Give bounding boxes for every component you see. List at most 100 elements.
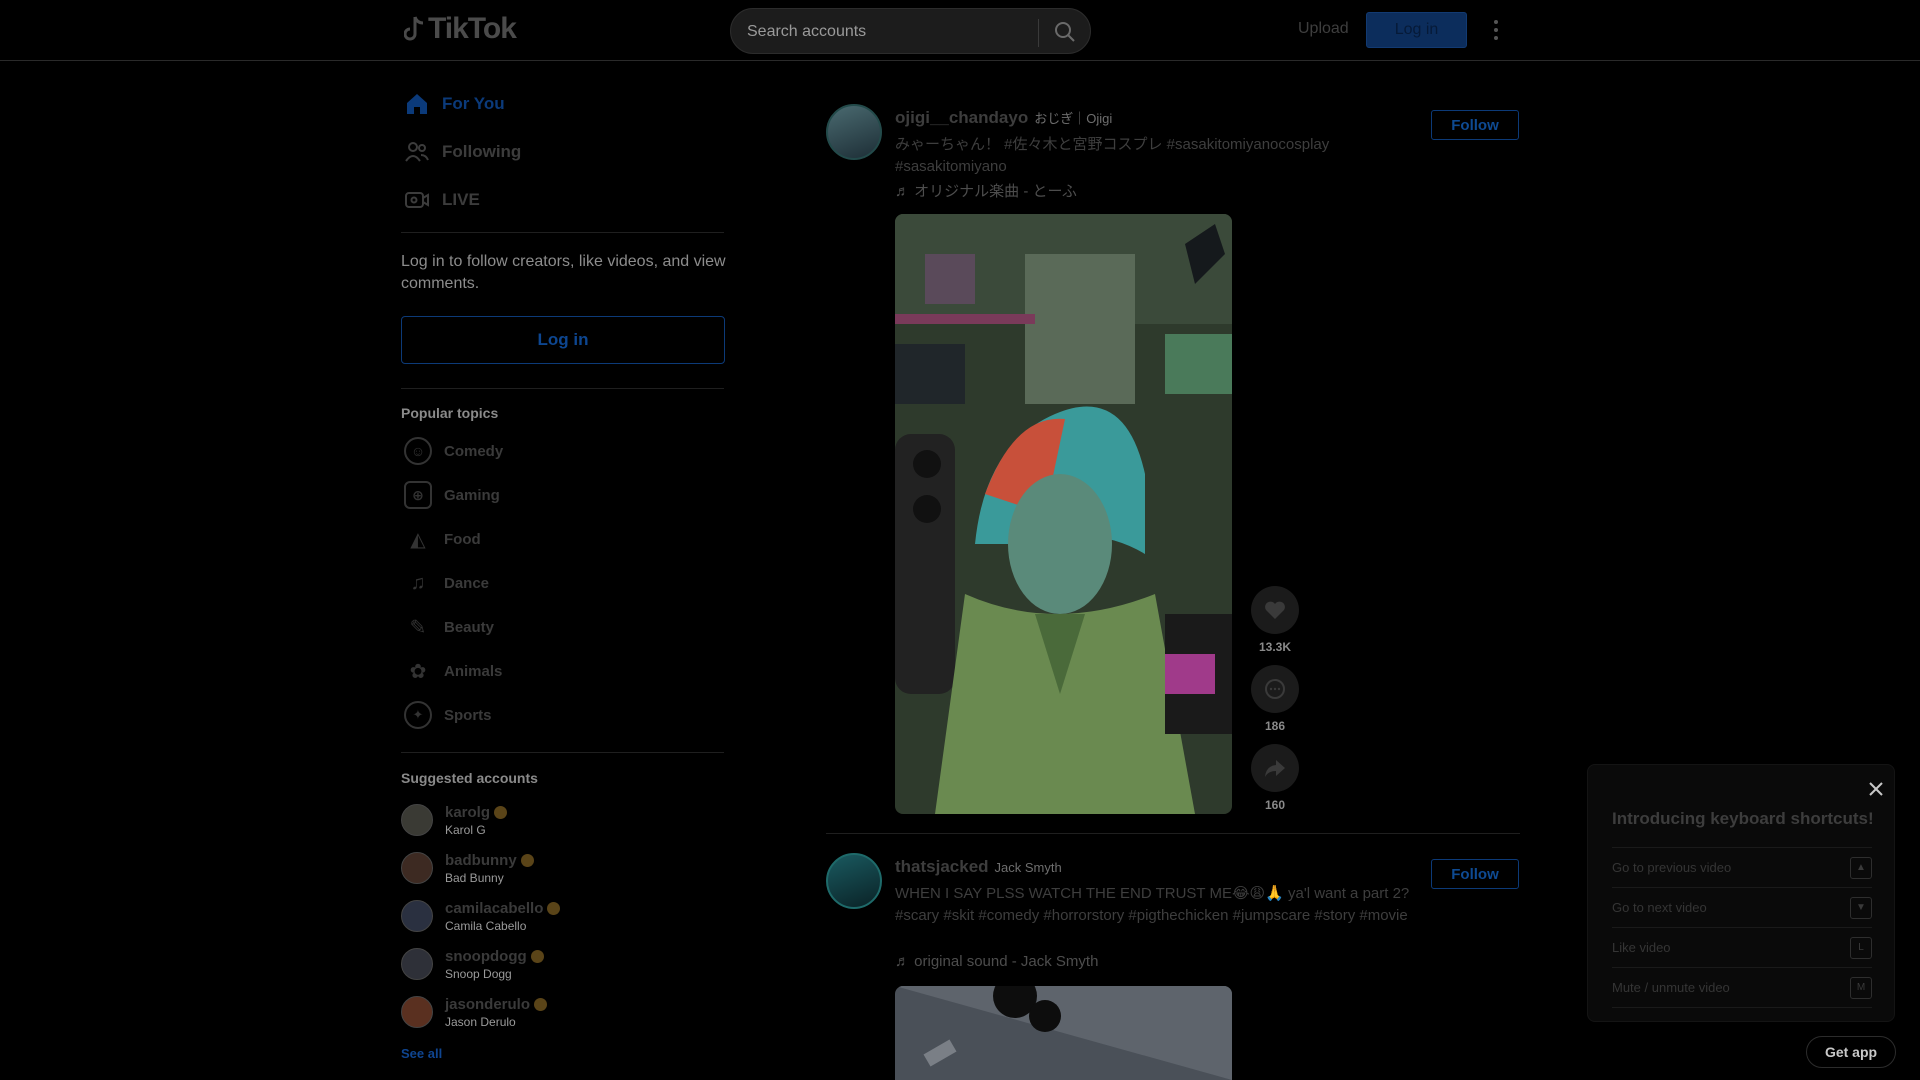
like-button[interactable] bbox=[1251, 586, 1299, 634]
nav-label: Following bbox=[442, 142, 522, 161]
avatar bbox=[401, 948, 433, 980]
post-music[interactable]: ♬ オリジナル楽曲 - とーふ bbox=[895, 180, 1077, 201]
nav-label: LIVE bbox=[442, 190, 480, 209]
sidebar-login-button[interactable]: Log in bbox=[401, 316, 725, 364]
video-player[interactable] bbox=[895, 214, 1232, 814]
comedy-icon: ☺ bbox=[404, 437, 432, 465]
account-name: Karol G bbox=[445, 822, 486, 837]
shortcut-label: Go to next video bbox=[1612, 900, 1707, 915]
topic-dance[interactable]: ♫ Dance bbox=[404, 568, 490, 598]
shortcut-label: Mute / unmute video bbox=[1612, 980, 1730, 995]
top-bar: TikTok Upload Log in bbox=[0, 0, 1920, 61]
avatar[interactable] bbox=[826, 853, 882, 909]
sidebar-divider bbox=[401, 388, 724, 389]
share-icon bbox=[1265, 760, 1285, 777]
suggested-account[interactable]: jasonderulo Jason Derulo bbox=[401, 994, 548, 1030]
keyboard-shortcuts-panel: Introducing keyboard shortcuts! Go to pr… bbox=[1587, 764, 1895, 1022]
people-icon bbox=[405, 142, 429, 162]
post-caption: WHEN I SAY PLSS WATCH THE END TRUST ME😂😩… bbox=[895, 885, 1410, 924]
like-action[interactable]: 13.3K bbox=[1250, 586, 1300, 654]
food-icon: ◭ bbox=[410, 528, 426, 551]
live-icon bbox=[405, 192, 429, 208]
suggested-account[interactable]: camilacabello Camila Cabello bbox=[401, 898, 561, 934]
topic-beauty[interactable]: ✎ Beauty bbox=[404, 612, 494, 642]
verified-badge-icon bbox=[530, 949, 544, 963]
feed-post: thatsjacked Jack Smyth Follow WHEN I SAY… bbox=[826, 853, 1520, 1080]
nav-following[interactable]: Following bbox=[404, 136, 521, 168]
see-all-link[interactable]: See all bbox=[401, 1046, 442, 1061]
follow-button[interactable]: Follow bbox=[1431, 859, 1519, 889]
verified-badge-icon bbox=[547, 901, 561, 915]
topic-label: Beauty bbox=[444, 618, 495, 636]
avatar bbox=[401, 996, 433, 1028]
account-handle: karolg bbox=[445, 804, 508, 821]
nav-live[interactable]: LIVE bbox=[404, 184, 480, 216]
topic-comedy[interactable]: ☺ Comedy bbox=[404, 436, 503, 466]
suggested-account[interactable]: karolg Karol G bbox=[401, 802, 508, 838]
key-up-icon: ▲ bbox=[1850, 856, 1872, 879]
shortcut-row: Like video L bbox=[1612, 927, 1872, 967]
shortcut-row: Go to next video ▼ bbox=[1612, 887, 1872, 927]
post-music[interactable]: ♬ original sound - Jack Smyth bbox=[895, 953, 1098, 970]
avatar[interactable] bbox=[826, 104, 882, 160]
sports-icon: ✦ bbox=[404, 701, 432, 729]
account-handle: jasonderulo bbox=[445, 996, 548, 1013]
comment-button[interactable] bbox=[1251, 665, 1299, 713]
avatar bbox=[401, 852, 433, 884]
tiktok-logo[interactable]: TikTok bbox=[404, 12, 517, 46]
upload-link[interactable]: Upload bbox=[1298, 20, 1349, 38]
logo-wordmark: TikTok bbox=[428, 12, 517, 45]
topic-animals[interactable]: ✿ Animals bbox=[404, 656, 503, 686]
video-frame bbox=[895, 986, 1232, 1080]
post-display-name: おじぎ｜Ojigi bbox=[1034, 111, 1113, 126]
share-action[interactable]: 160 bbox=[1250, 744, 1300, 812]
feed-post: ojigi__chandayo おじぎ｜Ojigi Follow みゃーちゃん！… bbox=[826, 104, 1520, 816]
suggested-account[interactable]: badbunny Bad Bunny bbox=[401, 850, 534, 886]
topic-label: Food bbox=[444, 530, 481, 548]
post-username[interactable]: thatsjacked bbox=[895, 857, 989, 877]
header-login-button[interactable]: Log in bbox=[1366, 12, 1467, 48]
search-divider bbox=[1038, 19, 1039, 47]
avatar bbox=[401, 804, 433, 836]
topic-food[interactable]: ◭ Food bbox=[404, 524, 481, 554]
heart-icon bbox=[1265, 601, 1285, 619]
beauty-icon: ✎ bbox=[409, 616, 427, 639]
verified-badge-icon bbox=[520, 853, 534, 867]
topic-label: Gaming bbox=[444, 486, 500, 504]
search-button[interactable] bbox=[1049, 17, 1081, 47]
video-player[interactable] bbox=[895, 986, 1232, 1080]
nav-for-you[interactable]: For You bbox=[404, 88, 505, 120]
more-options-icon[interactable] bbox=[1490, 18, 1502, 42]
popular-topics-title: Popular topics bbox=[401, 405, 499, 421]
follow-button[interactable]: Follow bbox=[1431, 110, 1519, 140]
account-handle: badbunny bbox=[445, 852, 534, 869]
post-caption: みゃーちゃん！ #佐々木と宮野コスプレ #sasakitomiyanocospl… bbox=[895, 136, 1330, 175]
search-icon bbox=[1055, 22, 1075, 42]
get-app-button[interactable]: Get app bbox=[1806, 1036, 1896, 1068]
post-username[interactable]: ojigi__chandayo bbox=[895, 108, 1028, 128]
dance-icon: ♫ bbox=[410, 571, 426, 594]
shortcuts-title: Introducing keyboard shortcuts! bbox=[1612, 809, 1874, 828]
topic-sports[interactable]: ✦ Sports bbox=[404, 700, 492, 730]
post-display-name: Jack Smyth bbox=[994, 860, 1062, 875]
shortcut-row: Mute / unmute video M bbox=[1612, 967, 1872, 1007]
comment-count: 186 bbox=[1264, 719, 1286, 733]
panel-divider bbox=[1612, 1007, 1872, 1008]
topic-label: Dance bbox=[444, 574, 490, 592]
shortcut-label: Like video bbox=[1612, 940, 1671, 955]
tiktok-note-icon bbox=[404, 16, 424, 41]
suggested-account[interactable]: snoopdogg Snoop Dogg bbox=[401, 946, 544, 982]
comment-icon bbox=[1265, 679, 1285, 699]
search-input[interactable] bbox=[747, 21, 1037, 43]
animals-icon: ✿ bbox=[409, 660, 427, 683]
shortcut-label: Go to previous video bbox=[1612, 860, 1732, 875]
topic-label: Sports bbox=[444, 706, 492, 724]
share-button[interactable] bbox=[1251, 744, 1299, 792]
topic-gaming[interactable]: ⊕ Gaming bbox=[404, 480, 500, 510]
key-down-icon: ▼ bbox=[1850, 896, 1872, 919]
sidebar-divider bbox=[401, 752, 724, 753]
close-icon[interactable] bbox=[1868, 781, 1884, 797]
sidebar-divider bbox=[401, 232, 724, 233]
comment-action[interactable]: 186 bbox=[1250, 665, 1300, 733]
home-icon bbox=[407, 94, 427, 114]
